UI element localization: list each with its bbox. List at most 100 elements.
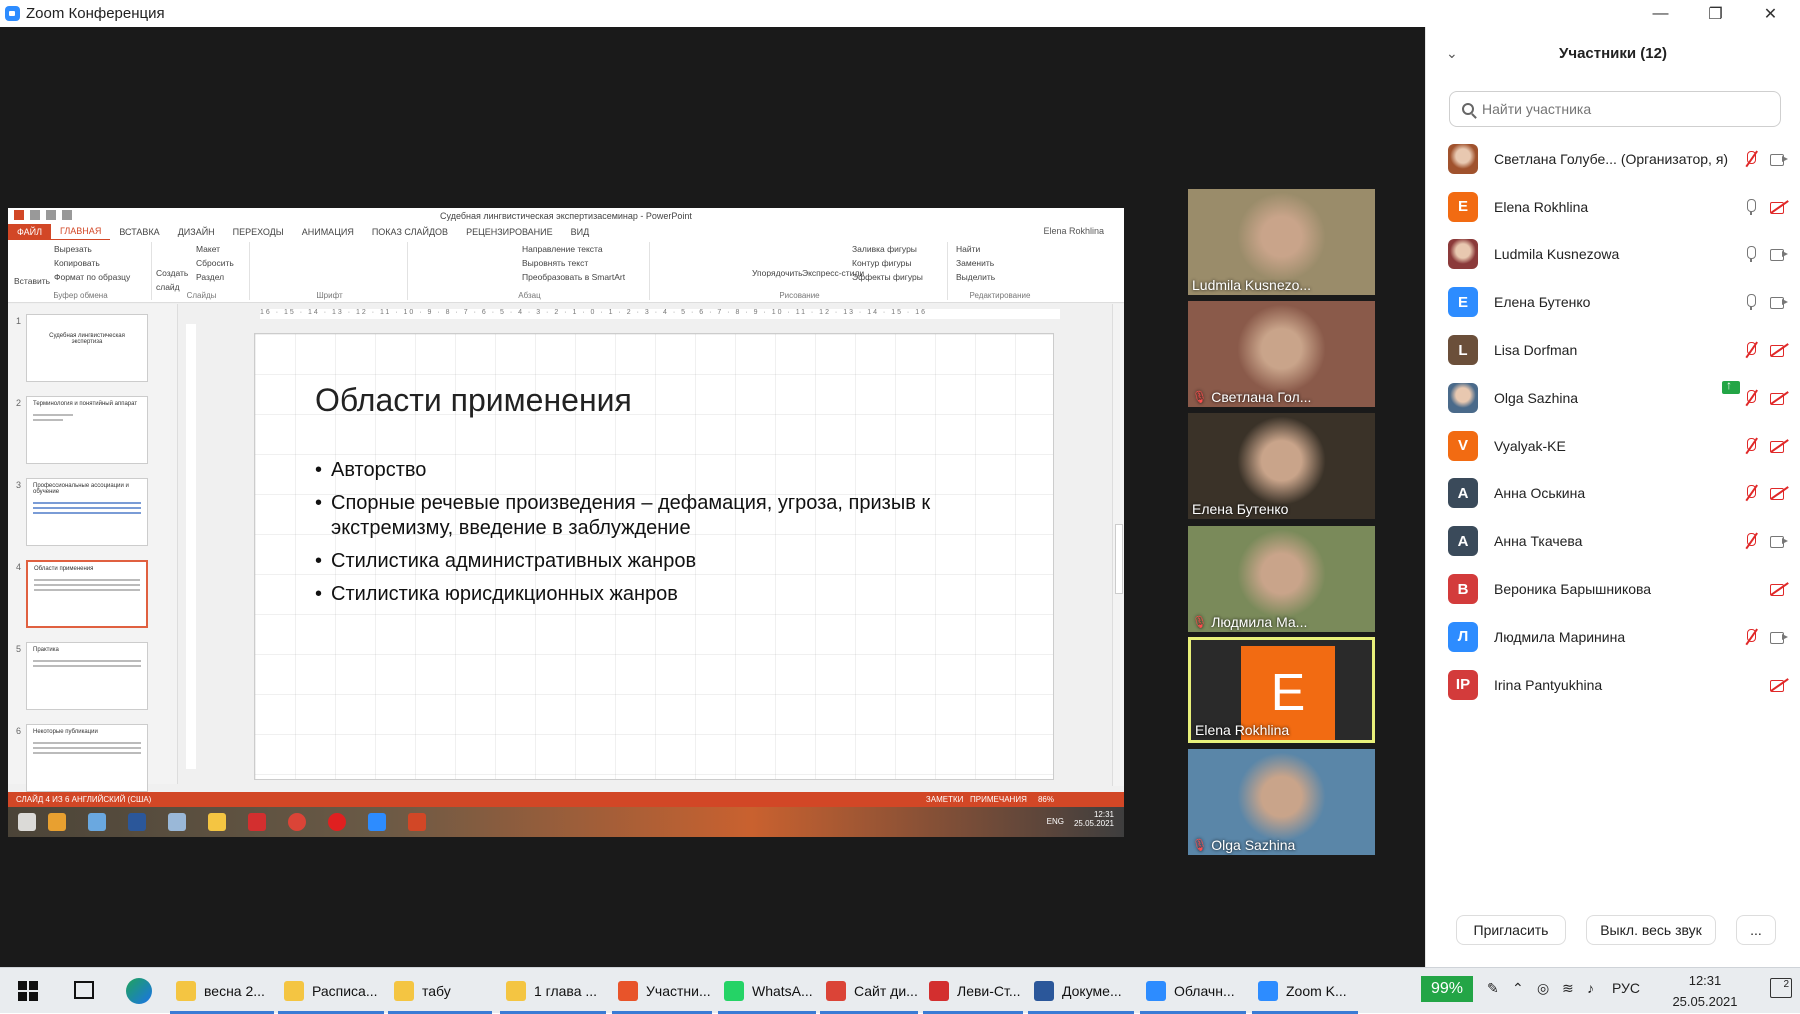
taskbar-app[interactable]: Сайт ди... — [820, 970, 918, 1014]
video-tile[interactable]: Ludmila Kusnezo... — [1188, 189, 1375, 295]
slide-bullets[interactable]: Авторство Спорные речевые произведения –… — [315, 458, 1015, 615]
camera-off-icon[interactable] — [1770, 677, 1788, 693]
windows-start-icon[interactable] — [18, 981, 38, 1001]
zoom-level[interactable]: 86% — [1038, 795, 1054, 804]
participant-search[interactable] — [1449, 91, 1781, 127]
shape-effects-button[interactable]: Эффекты фигуры — [852, 270, 923, 284]
tab-file[interactable]: ФАЙЛ — [8, 224, 52, 240]
shape-outline-button[interactable]: Контур фигуры — [852, 256, 923, 270]
participant-row[interactable]: V Vyalyak-KE — [1426, 422, 1800, 470]
camera-icon[interactable] — [1770, 246, 1788, 262]
slide-thumbnail[interactable]: Некоторые публикации — [26, 724, 148, 792]
tab-animations[interactable]: АНИМАЦИЯ — [293, 224, 363, 240]
microphone-icon[interactable] — [1742, 198, 1760, 215]
text-direction-button[interactable]: Направление текста — [522, 242, 625, 256]
pen-icon[interactable]: ✎ — [1487, 980, 1499, 997]
participant-row[interactable]: А Анна Оськина — [1426, 470, 1800, 518]
format-painter-button[interactable]: Формат по образцу — [54, 270, 130, 284]
microphone-icon[interactable] — [1742, 294, 1760, 311]
taskbar-app[interactable]: WhatsA... — [718, 970, 816, 1014]
video-tile[interactable]: E Elena Rokhlina — [1188, 637, 1375, 743]
search-input[interactable] — [1482, 101, 1772, 117]
smartart-button[interactable]: Преобразовать в SmartArt — [522, 270, 625, 284]
copy-button[interactable]: Копировать — [54, 256, 130, 270]
mute-all-button[interactable]: Выкл. весь звук — [1586, 915, 1716, 945]
participant-row[interactable]: Е Елена Бутенко — [1426, 278, 1800, 326]
comments-button[interactable]: ПРИМЕЧАНИЯ — [970, 795, 1027, 804]
find-button[interactable]: Найти — [956, 242, 995, 256]
slide-thumbnail[interactable]: Практика — [26, 642, 148, 710]
microphone-icon[interactable] — [1742, 246, 1760, 263]
input-language[interactable]: РУС — [1612, 980, 1640, 996]
taskbar-app[interactable]: Участни... — [612, 970, 712, 1014]
paste-button[interactable]: Вставить — [14, 274, 50, 288]
microphone-muted-icon[interactable] — [1742, 628, 1760, 645]
camera-off-icon[interactable] — [1770, 485, 1788, 501]
tab-design[interactable]: ДИЗАЙН — [169, 224, 224, 240]
chevron-up-icon[interactable]: ⌃ — [1512, 980, 1524, 997]
slide-scrollbar[interactable] — [1112, 304, 1124, 786]
microphone-muted-icon[interactable] — [1742, 389, 1760, 406]
participant-row[interactable]: Olga Sazhina — [1426, 374, 1800, 422]
minimize-button[interactable]: — — [1633, 0, 1688, 27]
network-icon[interactable]: ◎ — [1537, 980, 1549, 997]
shape-fill-button[interactable]: Заливка фигуры — [852, 242, 923, 256]
taskbar-app[interactable]: Леви-Ст... — [923, 970, 1023, 1014]
taskbar-app[interactable]: 1 глава ... — [500, 970, 606, 1014]
tab-slideshow[interactable]: ПОКАЗ СЛАЙДОВ — [363, 224, 457, 240]
notifications-icon[interactable]: 2 — [1770, 978, 1792, 998]
participant-row[interactable]: Ludmila Kusnezowa — [1426, 231, 1800, 279]
taskbar-app[interactable]: табу — [388, 970, 492, 1014]
microphone-muted-icon[interactable] — [1742, 342, 1760, 358]
participant-row[interactable]: А Анна Ткачева — [1426, 517, 1800, 565]
align-text-button[interactable]: Выровнять текст — [522, 256, 625, 270]
camera-off-icon[interactable] — [1770, 199, 1788, 215]
maximize-button[interactable]: ❐ — [1688, 0, 1743, 27]
participant-row[interactable]: Л Людмила Маринина — [1426, 613, 1800, 661]
layout-button[interactable]: Макет — [196, 242, 234, 256]
tab-transitions[interactable]: ПЕРЕХОДЫ — [224, 224, 293, 240]
wifi-icon[interactable]: ≋ — [1562, 980, 1574, 997]
camera-off-icon[interactable] — [1770, 438, 1788, 454]
taskbar-app[interactable]: Докуме... — [1028, 970, 1134, 1014]
slide-title[interactable]: Области применения — [315, 382, 632, 419]
scrollbar-thumb[interactable] — [1115, 524, 1123, 594]
arrange-button[interactable]: Упорядочить — [752, 266, 803, 280]
tab-home[interactable]: ГЛАВНАЯ — [51, 223, 111, 241]
battery-indicator[interactable]: 99% — [1421, 976, 1473, 1002]
microphone-muted-icon[interactable] — [1742, 150, 1760, 167]
slide-thumbnail-selected[interactable]: Области применения — [26, 560, 148, 628]
notes-button[interactable]: ЗАМЕТКИ — [926, 795, 963, 804]
camera-off-icon[interactable] — [1770, 342, 1788, 358]
camera-icon[interactable] — [1770, 151, 1788, 167]
slide-thumbnail[interactable]: Судебная лингвистическая экспертиза — [26, 314, 148, 382]
volume-icon[interactable]: ♪ — [1587, 980, 1594, 996]
taskbar-app[interactable]: весна 2... — [170, 970, 274, 1014]
taskbar-app[interactable]: Zoom K... — [1252, 970, 1358, 1014]
microphone-muted-icon[interactable] — [1742, 437, 1760, 454]
microphone-muted-icon[interactable] — [1742, 485, 1760, 501]
camera-icon[interactable] — [1770, 294, 1788, 310]
tab-review[interactable]: РЕЦЕНЗИРОВАНИЕ — [457, 224, 562, 240]
replace-button[interactable]: Заменить — [956, 256, 995, 270]
camera-off-icon[interactable] — [1770, 581, 1788, 597]
camera-icon[interactable] — [1770, 629, 1788, 645]
taskbar-app[interactable]: Расписа... — [278, 970, 384, 1014]
close-button[interactable]: ✕ — [1743, 0, 1798, 27]
tab-insert[interactable]: ВСТАВКА — [110, 224, 168, 240]
taskbar-app[interactable]: Облачн... — [1140, 970, 1246, 1014]
slide-canvas[interactable]: Области применения Авторство Спорные реч… — [254, 333, 1054, 780]
cut-button[interactable]: Вырезать — [54, 242, 130, 256]
video-tile[interactable]: 🎙 Olga Sazhina — [1188, 749, 1375, 855]
more-button[interactable]: ... — [1736, 915, 1776, 945]
participant-row[interactable]: Светлана Голубе... (Организатор, я) — [1426, 135, 1800, 183]
reset-button[interactable]: Сбросить — [196, 256, 234, 270]
participant-row[interactable]: E Elena Rokhlina — [1426, 183, 1800, 395]
tab-view[interactable]: ВИД — [562, 224, 599, 240]
participant-row[interactable]: IP Irina Pantyukhina — [1426, 661, 1800, 709]
slide-thumbnail[interactable]: Терминология и понятийный аппарат — [26, 396, 148, 464]
invite-button[interactable]: Пригласить — [1456, 915, 1566, 945]
system-clock[interactable]: 12:31 25.05.2021 — [1660, 970, 1750, 1012]
video-tile[interactable]: 🎙 Людмила Ма... — [1188, 526, 1375, 632]
camera-off-icon[interactable] — [1770, 390, 1788, 406]
